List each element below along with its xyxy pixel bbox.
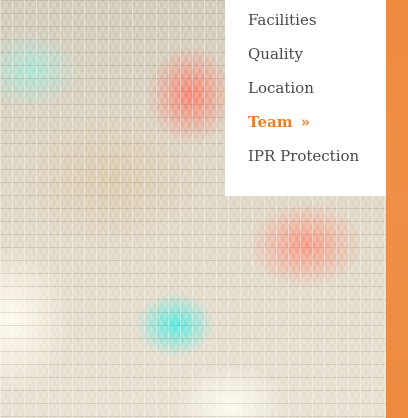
nav-item-label: Team	[248, 113, 293, 131]
nav-item-ipr-protection[interactable]: IPR Protection	[248, 147, 359, 171]
side-nav-menu: Facilities Quality Location Team » IPR Pr…	[225, 0, 386, 196]
nav-item-location[interactable]: Location	[248, 79, 314, 103]
nav-item-label: IPR Protection	[248, 147, 360, 165]
orange-accent-strip	[386, 0, 408, 418]
nav-item-team[interactable]: Team »	[248, 113, 310, 137]
nav-item-label: Quality	[248, 45, 303, 63]
nav-item-facilities[interactable]: Facilities	[248, 11, 317, 35]
nav-item-label: Facilities	[248, 11, 317, 29]
nav-item-label: Location	[248, 79, 314, 97]
chevron-double-right-icon: »	[300, 113, 310, 131]
nav-item-quality[interactable]: Quality	[248, 45, 303, 69]
